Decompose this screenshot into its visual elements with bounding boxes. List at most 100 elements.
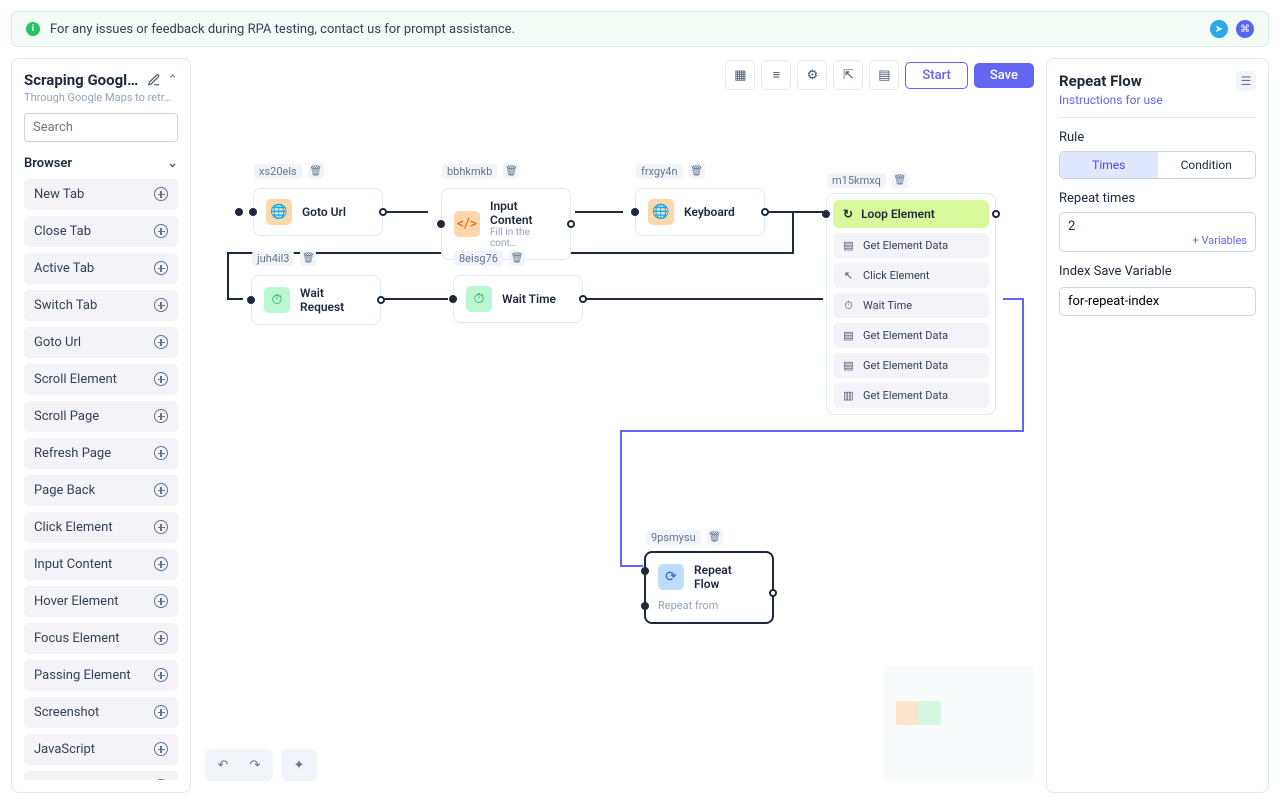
action-item[interactable]: Focus Element xyxy=(24,623,178,654)
add-icon[interactable] xyxy=(154,668,168,682)
child-label: Get Element Data xyxy=(863,359,948,372)
start-button[interactable]: Start xyxy=(905,62,967,89)
child-icon: ▤ xyxy=(842,329,855,342)
delete-icon[interactable]: 🗑 xyxy=(707,529,723,545)
action-item[interactable]: New Tab xyxy=(24,179,178,210)
rule-label: Rule xyxy=(1059,130,1256,145)
action-label: Cookie Manager xyxy=(34,779,128,780)
discord-icon[interactable]: ⌘ xyxy=(1236,20,1254,38)
minimap-view xyxy=(896,701,941,725)
edit-icon[interactable] xyxy=(147,73,161,87)
rule-segmented: Times Condition xyxy=(1059,151,1256,179)
action-item[interactable]: Click Element xyxy=(24,512,178,543)
node-wait-time[interactable]: 8eisg76🗑 ⏱Wait Time xyxy=(453,275,583,323)
repeat-times-wrap: 2 + Variables xyxy=(1059,212,1256,252)
actions-list: New Tab Close Tab Active Tab Switch Tab Goto… xyxy=(24,179,178,780)
add-icon[interactable] xyxy=(154,187,168,201)
action-item[interactable]: Screenshot xyxy=(24,697,178,728)
add-icon[interactable] xyxy=(154,372,168,386)
save-button[interactable]: Save xyxy=(974,63,1034,88)
variables-link[interactable]: + Variables xyxy=(1193,234,1247,247)
node-keyboard[interactable]: frxgy4n🗑 🌐Keyboard xyxy=(635,188,765,236)
loop-child[interactable]: ↖Click Element xyxy=(833,263,989,288)
search-input[interactable] xyxy=(24,113,178,142)
action-item[interactable]: Scroll Element xyxy=(24,364,178,395)
add-icon[interactable] xyxy=(154,520,168,534)
repeat-times-value[interactable]: 2 xyxy=(1068,219,1075,234)
add-icon[interactable] xyxy=(154,446,168,460)
node-wait-request[interactable]: juh4il3🗑 ⏱Wait Request xyxy=(251,275,381,325)
index-label: Index Save Variable xyxy=(1059,264,1256,279)
delete-icon[interactable]: 🗑 xyxy=(892,172,908,188)
add-icon[interactable] xyxy=(154,224,168,238)
condition-tab[interactable]: Condition xyxy=(1158,152,1256,178)
project-desc: Through Google Maps to retr… xyxy=(24,91,178,103)
node-goto-url[interactable]: xs20els🗑 🌐Goto Url xyxy=(253,188,383,236)
action-item[interactable]: Switch Tab xyxy=(24,290,178,321)
notice-text: For any issues or feedback during RPA te… xyxy=(50,22,1200,37)
chevron-down-icon: ⌄ xyxy=(167,156,178,171)
child-label: Get Element Data xyxy=(863,239,948,252)
loop-child[interactable]: ⏱Wait Time xyxy=(833,293,989,318)
grid-icon[interactable]: ▦ xyxy=(725,60,755,90)
action-item[interactable]: Cookie Manager xyxy=(24,771,178,780)
add-icon[interactable] xyxy=(154,298,168,312)
category-label: Browser xyxy=(24,156,72,171)
loop-child[interactable]: ▤ Get Element Data xyxy=(833,233,989,258)
add-icon[interactable] xyxy=(154,742,168,756)
instructions-link[interactable]: Instructions for use xyxy=(1059,93,1256,107)
action-item[interactable]: Scroll Page xyxy=(24,401,178,432)
redo-button[interactable]: ↷ xyxy=(241,753,269,777)
child-icon: ▤ xyxy=(842,239,855,252)
delete-icon[interactable]: 🗑 xyxy=(509,250,525,266)
add-icon[interactable] xyxy=(154,631,168,645)
settings-icon[interactable]: ⚙ xyxy=(797,60,827,90)
undo-button[interactable]: ↶ xyxy=(209,753,237,777)
node-id: xs20els xyxy=(254,164,302,179)
action-item[interactable]: Active Tab xyxy=(24,253,178,284)
export-icon[interactable]: ⇱ xyxy=(833,60,863,90)
action-item[interactable]: Input Content xyxy=(24,549,178,580)
loop-child[interactable]: ▤Get Element Data xyxy=(833,353,989,378)
add-icon[interactable] xyxy=(154,779,168,780)
notes-icon[interactable]: ▤ xyxy=(869,60,899,90)
action-item[interactable]: Passing Element xyxy=(24,660,178,691)
minimap[interactable] xyxy=(884,666,1034,781)
times-tab[interactable]: Times xyxy=(1060,152,1158,178)
add-icon[interactable] xyxy=(154,705,168,719)
child-icon: ▥ xyxy=(842,389,855,402)
action-item[interactable]: JavaScript xyxy=(24,734,178,765)
magic-button[interactable]: ✦ xyxy=(285,753,313,777)
bottom-toolbar: ↶ ↷ ✦ xyxy=(205,749,317,781)
index-input[interactable] xyxy=(1059,287,1256,316)
delete-icon[interactable]: 🗑 xyxy=(503,163,519,179)
delete-icon[interactable]: 🗑 xyxy=(300,250,316,266)
delete-icon[interactable]: 🗑 xyxy=(689,163,705,179)
add-icon[interactable] xyxy=(154,557,168,571)
action-item[interactable]: Page Back xyxy=(24,475,178,506)
add-icon[interactable] xyxy=(154,594,168,608)
node-title: Goto Url xyxy=(302,205,346,219)
category-header[interactable]: Browser ⌄ xyxy=(24,156,178,171)
loop-child[interactable]: ▤Get Element Data xyxy=(833,323,989,348)
add-icon[interactable] xyxy=(154,409,168,423)
add-icon[interactable] xyxy=(154,483,168,497)
flow-canvas[interactable]: xs20els🗑 🌐Goto Url bbhkmkb🗑 </>Input Con… xyxy=(203,58,1034,793)
action-item[interactable]: Refresh Page xyxy=(24,438,178,469)
add-icon[interactable] xyxy=(154,335,168,349)
child-label: Get Element Data xyxy=(863,389,948,402)
notice-bar: i For any issues or feedback during RPA … xyxy=(11,11,1269,47)
data-icon[interactable]: ≡ xyxy=(761,60,791,90)
node-repeat-flow[interactable]: 9psmysu🗑 ⟳Repeat Flow Repeat from xyxy=(644,551,774,624)
action-item[interactable]: Close Tab xyxy=(24,216,178,247)
delete-icon[interactable]: 🗑 xyxy=(308,163,324,179)
collapse-icon[interactable]: ⌃ xyxy=(167,73,178,88)
action-item[interactable]: Hover Element xyxy=(24,586,178,617)
add-icon[interactable] xyxy=(154,261,168,275)
telegram-icon[interactable]: ➤ xyxy=(1210,20,1228,38)
loop-child[interactable]: ▥ Get Element Data xyxy=(833,383,989,408)
node-loop-element[interactable]: m15kmxq🗑 ↻Loop Element ▤Get Element Data… xyxy=(826,193,996,415)
action-item[interactable]: Goto Url xyxy=(24,327,178,358)
list-icon[interactable]: ☰ xyxy=(1236,71,1256,91)
globe-icon: 🌐 xyxy=(266,199,292,225)
